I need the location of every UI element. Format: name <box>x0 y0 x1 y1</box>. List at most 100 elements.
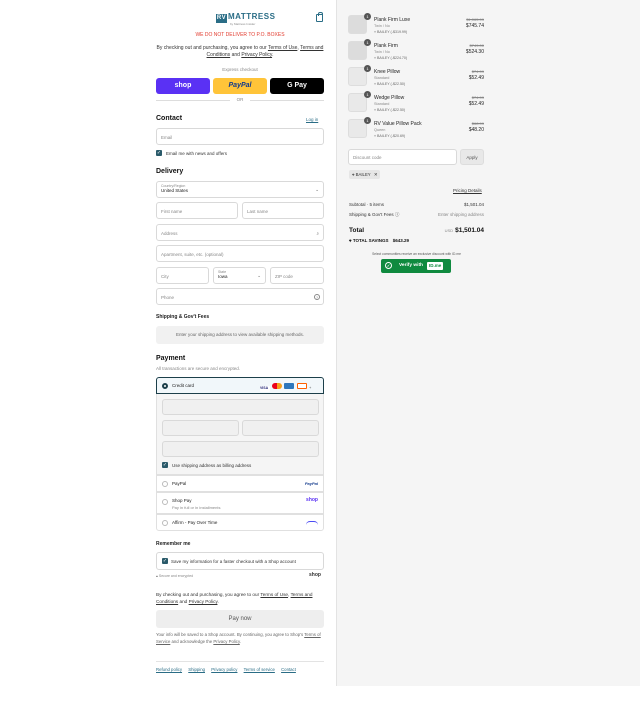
help-icon[interactable]: ⓘ <box>395 212 400 217</box>
item-discount-text: BAILEY (-$20.69) <box>377 134 406 138</box>
discount-chip-text: BAILEY <box>355 172 371 177</box>
first-name-field[interactable]: First name <box>156 202 238 219</box>
billing-checkbox[interactable]: ✓ <box>162 462 168 468</box>
shop-pay-radio[interactable] <box>162 499 168 505</box>
item-discount: ⌖ BAILEY (-$224.70) <box>374 56 407 60</box>
apply-button[interactable]: Apply <box>460 149 484 165</box>
mastercard-icon <box>272 383 283 389</box>
payment-title: Payment <box>156 355 186 362</box>
login-link[interactable]: Log in <box>306 117 318 122</box>
footer-link-shipping[interactable]: Shipping <box>188 667 205 672</box>
express-checkout-label: Express checkout <box>222 67 258 72</box>
total-label: Total <box>349 227 365 234</box>
card-number-field[interactable] <box>162 399 319 415</box>
credit-card-label: Credit card <box>172 383 195 388</box>
close-icon[interactable]: ✕ <box>374 172 378 177</box>
affirm-option[interactable]: Affirm - Pay Over Time <box>156 514 324 531</box>
affirm-radio[interactable] <box>162 520 168 526</box>
expiry-field[interactable] <box>162 420 239 436</box>
terms-of-use-link-bottom[interactable]: Terms of Use <box>260 592 288 597</box>
address-placeholder: Address <box>161 231 178 236</box>
footer-link-privacy[interactable]: Privacy policy <box>211 667 237 672</box>
google-pay-button[interactable]: G Pay <box>270 78 324 94</box>
item-variant: Twin / No <box>374 50 390 54</box>
paypal-button[interactable]: PayPal <box>213 78 267 94</box>
security-code-field[interactable] <box>242 420 319 436</box>
tag-icon: ⌖ <box>374 30 377 34</box>
state-select[interactable]: State Iowa ⌄ <box>213 267 266 284</box>
remember-checkbox[interactable]: ✓ <box>162 558 168 564</box>
visa-icon: VISA <box>259 386 270 392</box>
qty-badge: 1 <box>364 13 371 20</box>
remember-box: ✓ Save my information for a faster check… <box>156 552 324 570</box>
help-icon[interactable]: ? <box>314 294 320 300</box>
cart-item: 1 Knee Pillow Standard ⌖ BAILEY (-$22.50… <box>348 65 484 89</box>
secure-text: Secure and encrypted <box>158 574 194 578</box>
agreement-end: . <box>272 52 274 58</box>
phone-placeholder: Phone <box>161 295 175 300</box>
remember-label: Save my information for a faster checkou… <box>171 559 296 564</box>
savings-label: TOTAL SAVINGS <box>352 238 389 243</box>
discount-code-field[interactable]: Discount code <box>348 149 457 165</box>
cart-bag-icon[interactable] <box>316 12 323 22</box>
footer-link-contact[interactable]: Contact <box>281 667 296 672</box>
item-discount-text: BAILEY (-$224.70) <box>377 56 408 60</box>
phone-field[interactable]: Phone ? <box>156 288 324 305</box>
tag-icon: ⌖ <box>374 134 377 138</box>
delivery-title: Delivery <box>156 168 184 175</box>
shop-pay-option[interactable]: Shop Pay Pay in full or in installments … <box>156 492 324 514</box>
shop-account-note: Your info will be saved to a Shop accoun… <box>156 632 324 645</box>
apartment-field[interactable]: Apartment, suite, etc. (optional) <box>156 245 324 262</box>
news-checkbox[interactable]: ✓ <box>156 150 162 156</box>
last-name-field[interactable]: Last name <box>242 202 324 219</box>
qty-badge: 1 <box>364 39 371 46</box>
shop-pay-label: Shop Pay <box>172 498 192 503</box>
privacy-policy-link-bottom[interactable]: Privacy Policy <box>189 599 218 604</box>
country-select[interactable]: Country/Region United States ⌄ <box>156 181 324 198</box>
item-price: $745.74 <box>465 23 484 29</box>
zip-field[interactable]: ZIP code <box>270 267 324 284</box>
shipping-label-text: Shipping & Gov't Fees <box>349 212 394 217</box>
savings-value: $643.29 <box>392 238 410 243</box>
item-old-price: $74.99 <box>471 69 484 74</box>
cart-item: 1 Plank Firm Luxe Twin / No ⌖ BAILEY (-$… <box>348 13 484 37</box>
agreement-and: and <box>231 52 240 58</box>
pay-now-button[interactable]: Pay now <box>156 610 324 628</box>
city-field[interactable]: City <box>156 267 209 284</box>
affirm-label: Affirm - Pay Over Time <box>172 520 218 525</box>
paypal-option[interactable]: PayPal PayPal <box>156 475 324 492</box>
total-value: $1,501.04 <box>455 227 484 234</box>
contact-title: Contact <box>156 115 183 122</box>
shop-note-mid: and acknowledge the <box>171 638 213 644</box>
email-field[interactable]: Email <box>156 128 324 145</box>
address-field[interactable]: Address ⌕ <box>156 224 324 241</box>
pricing-details-link[interactable]: Pricing Details <box>453 188 482 193</box>
total-value-row: USD $1,501.04 <box>434 227 484 234</box>
subtotal-label: Subtotal · 5 items <box>349 202 385 207</box>
lock-icon: 🔒︎ <box>156 574 158 578</box>
item-price: $52.49 <box>468 75 484 81</box>
card-brand-icons: VISA + <box>259 383 315 392</box>
shop-privacy-link[interactable]: Privacy Policy <box>213 639 239 644</box>
qty-badge: 1 <box>364 65 371 72</box>
item-name: RV Value Pillow Pack <box>374 121 422 127</box>
more-cards-icon: + <box>309 385 312 390</box>
credit-card-radio[interactable] <box>162 383 168 389</box>
shop-pay-button[interactable]: shop <box>156 78 210 94</box>
item-price: $52.49 <box>468 101 484 107</box>
paypal-radio[interactable] <box>162 481 168 487</box>
subtotal-value: $1,501.04 <box>463 202 484 207</box>
credit-card-option[interactable]: Credit card VISA + <box>156 377 324 394</box>
name-on-card-field[interactable] <box>162 441 319 457</box>
idme-verify-button[interactable]: ✓ Verify with ID.me <box>381 259 451 273</box>
shipping-title: Shipping & Gov't Fees <box>156 314 210 320</box>
privacy-policy-link[interactable]: Privacy Policy <box>241 52 272 58</box>
logo-text: MATTRESS <box>228 12 276 21</box>
agreement-bottom-text: By checking out and purchasing, you agre… <box>156 592 260 597</box>
item-discount: ⌖ BAILEY (-$20.69) <box>374 134 405 138</box>
footer-link-terms[interactable]: Terms of service <box>244 667 275 672</box>
footer-link-refund[interactable]: Refund policy <box>156 667 182 672</box>
terms-of-use-link[interactable]: Terms of Use <box>268 45 297 51</box>
paypal-logo: PayPal <box>304 481 318 486</box>
item-variant: Twin / No <box>374 24 390 28</box>
